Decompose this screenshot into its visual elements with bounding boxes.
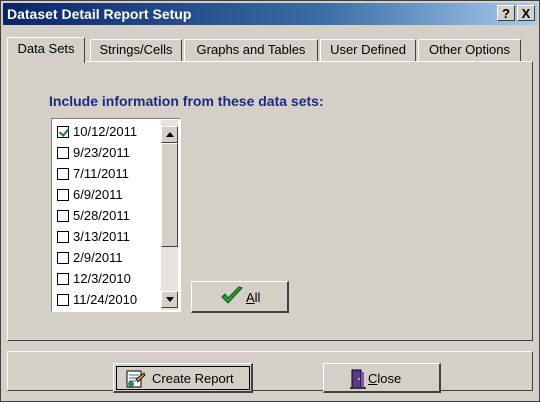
- close-mnemonic: C: [368, 371, 378, 386]
- list-item[interactable]: 7/11/2011: [55, 164, 163, 185]
- tab-other-options[interactable]: Other Options: [418, 39, 521, 61]
- help-button[interactable]: ?: [497, 5, 515, 21]
- dataset-label: 12/3/2010: [73, 271, 131, 286]
- close-button[interactable]: Close: [323, 363, 441, 393]
- tab-strings-cells[interactable]: Strings/Cells: [90, 39, 182, 61]
- checkbox[interactable]: [57, 294, 69, 306]
- dataset-label: 10/12/2011: [73, 124, 138, 139]
- title-bar: Dataset Detail Report Setup ? X: [3, 3, 537, 25]
- list-item[interactable]: 6/9/2011: [55, 185, 163, 206]
- dataset-label: 11/24/2010: [73, 292, 138, 307]
- tab-label: Other Options: [429, 42, 510, 57]
- scroll-up-button[interactable]: [161, 126, 178, 143]
- check-icon: [220, 285, 244, 310]
- datasets-list: 10/12/2011 9/23/2011 7/11/2011 6/9/2011 …: [55, 122, 163, 311]
- tab-label: Data Sets: [17, 41, 75, 56]
- report-icon: [124, 369, 146, 392]
- checkbox[interactable]: [57, 147, 69, 159]
- checkbox[interactable]: [57, 231, 69, 243]
- checkbox[interactable]: [57, 210, 69, 222]
- dataset-label: 7/11/2011: [73, 166, 129, 181]
- scrollbar-thumb[interactable]: [161, 143, 178, 247]
- create-report-button[interactable]: Create Report: [113, 363, 253, 393]
- dataset-label: 9/23/2011: [73, 145, 130, 160]
- select-all-mnemonic: A: [246, 290, 255, 305]
- scroll-down-button[interactable]: [161, 291, 178, 308]
- tab-data-sets[interactable]: Data Sets: [7, 37, 85, 63]
- select-all-button[interactable]: All: [191, 281, 289, 313]
- tab-label: User Defined: [330, 42, 406, 57]
- tab-graphs-and-tables[interactable]: Graphs and Tables: [184, 39, 318, 61]
- dataset-label: 5/28/2011: [73, 208, 130, 223]
- dataset-label: 2/9/2011: [73, 250, 123, 265]
- checkbox[interactable]: [57, 252, 69, 264]
- panel-heading: Include information from these data sets…: [49, 93, 324, 109]
- list-item[interactable]: 12/3/2010: [55, 269, 163, 290]
- dataset-label: 6/9/2011: [73, 187, 123, 202]
- button-bar: [7, 351, 533, 391]
- window-title: Dataset Detail Report Setup: [7, 6, 192, 22]
- list-item[interactable]: 5/28/2011: [55, 206, 163, 227]
- close-window-button[interactable]: X: [517, 5, 535, 21]
- select-all-label: All: [246, 290, 260, 305]
- door-exit-icon: [350, 368, 366, 393]
- checkbox[interactable]: [57, 126, 69, 138]
- tab-label: Graphs and Tables: [196, 42, 306, 57]
- list-item[interactable]: 9/23/2011: [55, 143, 163, 164]
- close-rest: lose: [377, 371, 402, 386]
- vertical-scrollbar[interactable]: [161, 120, 178, 310]
- arrow-down-icon: [166, 297, 174, 302]
- checkbox[interactable]: [57, 273, 69, 285]
- dialog-window: Dataset Detail Report Setup ? X Data Set…: [0, 0, 540, 402]
- close-label: Close: [368, 371, 401, 386]
- select-all-rest: ll: [254, 290, 261, 305]
- tab-user-defined[interactable]: User Defined: [320, 39, 416, 61]
- datasets-listbox[interactable]: 10/12/2011 9/23/2011 7/11/2011 6/9/2011 …: [51, 118, 181, 312]
- list-item[interactable]: 11/24/2010: [55, 290, 163, 311]
- checkbox[interactable]: [57, 168, 69, 180]
- list-item[interactable]: 2/9/2011: [55, 248, 163, 269]
- list-item[interactable]: 3/13/2011: [55, 227, 163, 248]
- dataset-label: 3/13/2011: [73, 229, 130, 244]
- tab-label: Strings/Cells: [99, 42, 173, 57]
- checkbox[interactable]: [57, 189, 69, 201]
- list-item[interactable]: 10/12/2011: [55, 122, 163, 143]
- arrow-up-icon: [166, 132, 174, 137]
- create-report-label: Create Report: [152, 371, 234, 386]
